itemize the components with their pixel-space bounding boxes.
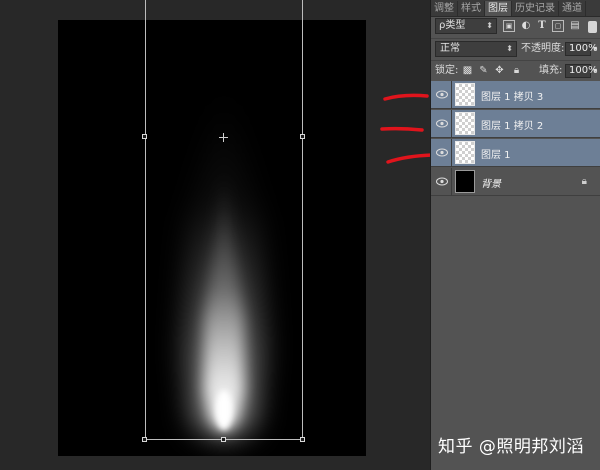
panel-tab-bar: 调整 样式 图层 历史记录 通道 <box>431 0 600 17</box>
layer-filter-row: ρ类型 ⬍ ▣ ◐ T ▢ ▤ <box>431 16 600 38</box>
chevron-updown-icon: ⬍ <box>486 21 493 30</box>
layer-divider <box>451 168 452 196</box>
adjustment-filter-icon[interactable]: ◐ <box>520 20 532 32</box>
chevron-down-icon[interactable]: ▾ <box>593 41 597 57</box>
document-canvas[interactable] <box>58 20 366 456</box>
fill-label: 填充: <box>539 65 563 76</box>
tab-layers[interactable]: 图层 <box>485 1 512 16</box>
transform-handle-bottom-right[interactable] <box>300 437 305 442</box>
blend-row: 正常 ⬍ 不透明度: 100% ▾ <box>431 38 600 59</box>
tab-channels[interactable]: 通道 <box>559 1 586 16</box>
annotation-mark-1 <box>383 93 429 101</box>
tab-adjustments[interactable]: 调整 <box>431 1 458 16</box>
layer-thumbnail <box>455 83 475 106</box>
layer-thumbnail <box>455 170 475 193</box>
watermark: 知乎 @照明邦刘滔 <box>438 437 584 457</box>
lock-transparent-pixels-icon[interactable]: ▩ <box>462 65 473 76</box>
transform-handle-bottom-center[interactable] <box>221 437 226 442</box>
transform-handle-middle-right[interactable] <box>300 134 305 139</box>
smart-object-filter-icon[interactable]: ▤ <box>569 20 581 32</box>
light-beam-image <box>185 80 263 440</box>
eye-icon[interactable] <box>436 177 448 186</box>
canvas-area[interactable] <box>0 0 434 470</box>
lock-icon: 🔒︎ <box>581 176 587 187</box>
text-filter-icon[interactable]: T <box>536 20 548 32</box>
blend-mode-select[interactable]: 正常 ⬍ <box>435 41 517 57</box>
layer-name[interactable]: 图层 1 拷贝 3 <box>481 88 543 103</box>
lock-position-icon[interactable]: ✥ <box>494 65 505 76</box>
layer-row[interactable]: 图层 1 拷贝 2 <box>431 110 600 138</box>
layer-row[interactable]: 图层 1 拷贝 3 <box>431 81 600 109</box>
layer-thumbnail <box>455 141 475 164</box>
opacity-input[interactable]: 100% <box>565 42 598 56</box>
lock-label: 锁定: <box>435 65 459 76</box>
shape-filter-icon[interactable]: ▢ <box>552 20 564 32</box>
chevron-updown-icon: ⬍ <box>506 44 513 53</box>
layers-panel: 调整 样式 图层 历史记录 通道 ρ类型 ⬍ ▣ ◐ T ▢ ▤ 正常 ⬍ 不透… <box>430 0 600 470</box>
layer-name[interactable]: 背景 <box>481 175 501 190</box>
layer-name[interactable]: 图层 1 <box>481 146 511 161</box>
layer-row[interactable]: 图层 1 <box>431 139 600 167</box>
image-filter-icon[interactable]: ▣ <box>503 20 515 32</box>
layer-row[interactable]: 背景 🔒︎ <box>431 168 600 196</box>
tab-styles[interactable]: 样式 <box>458 1 485 16</box>
fill-input[interactable]: 100% <box>565 64 598 78</box>
annotation-mark-2 <box>380 126 424 132</box>
layer-divider <box>451 110 452 138</box>
layer-divider <box>451 139 452 167</box>
layer-filter-select[interactable]: ρ类型 ⬍ <box>435 18 497 34</box>
lock-row: 锁定: ▩ ✎ ✥ 🔒︎ 填充: 100% ▾ <box>431 60 600 82</box>
reference-point-icon[interactable] <box>219 133 228 142</box>
eye-icon[interactable] <box>436 148 448 157</box>
transform-handle-bottom-left[interactable] <box>142 437 147 442</box>
lock-all-icon[interactable]: 🔒︎ <box>511 65 522 76</box>
blend-mode-value: 正常 <box>440 43 460 54</box>
eye-icon[interactable] <box>436 119 448 128</box>
layer-name[interactable]: 图层 1 拷贝 2 <box>481 117 543 132</box>
annotation-mark-3 <box>386 153 434 164</box>
filter-toggle-switch[interactable] <box>588 21 597 33</box>
eye-icon[interactable] <box>436 90 448 99</box>
layer-thumbnail <box>455 112 475 135</box>
layer-divider <box>451 81 452 109</box>
tab-history[interactable]: 历史记录 <box>512 1 559 16</box>
lock-image-pixels-icon[interactable]: ✎ <box>478 65 489 76</box>
chevron-down-icon[interactable]: ▾ <box>593 63 597 79</box>
transform-handle-middle-left[interactable] <box>142 134 147 139</box>
opacity-label: 不透明度: <box>521 43 565 54</box>
layer-filter-select-label: ρ类型 <box>439 20 466 31</box>
